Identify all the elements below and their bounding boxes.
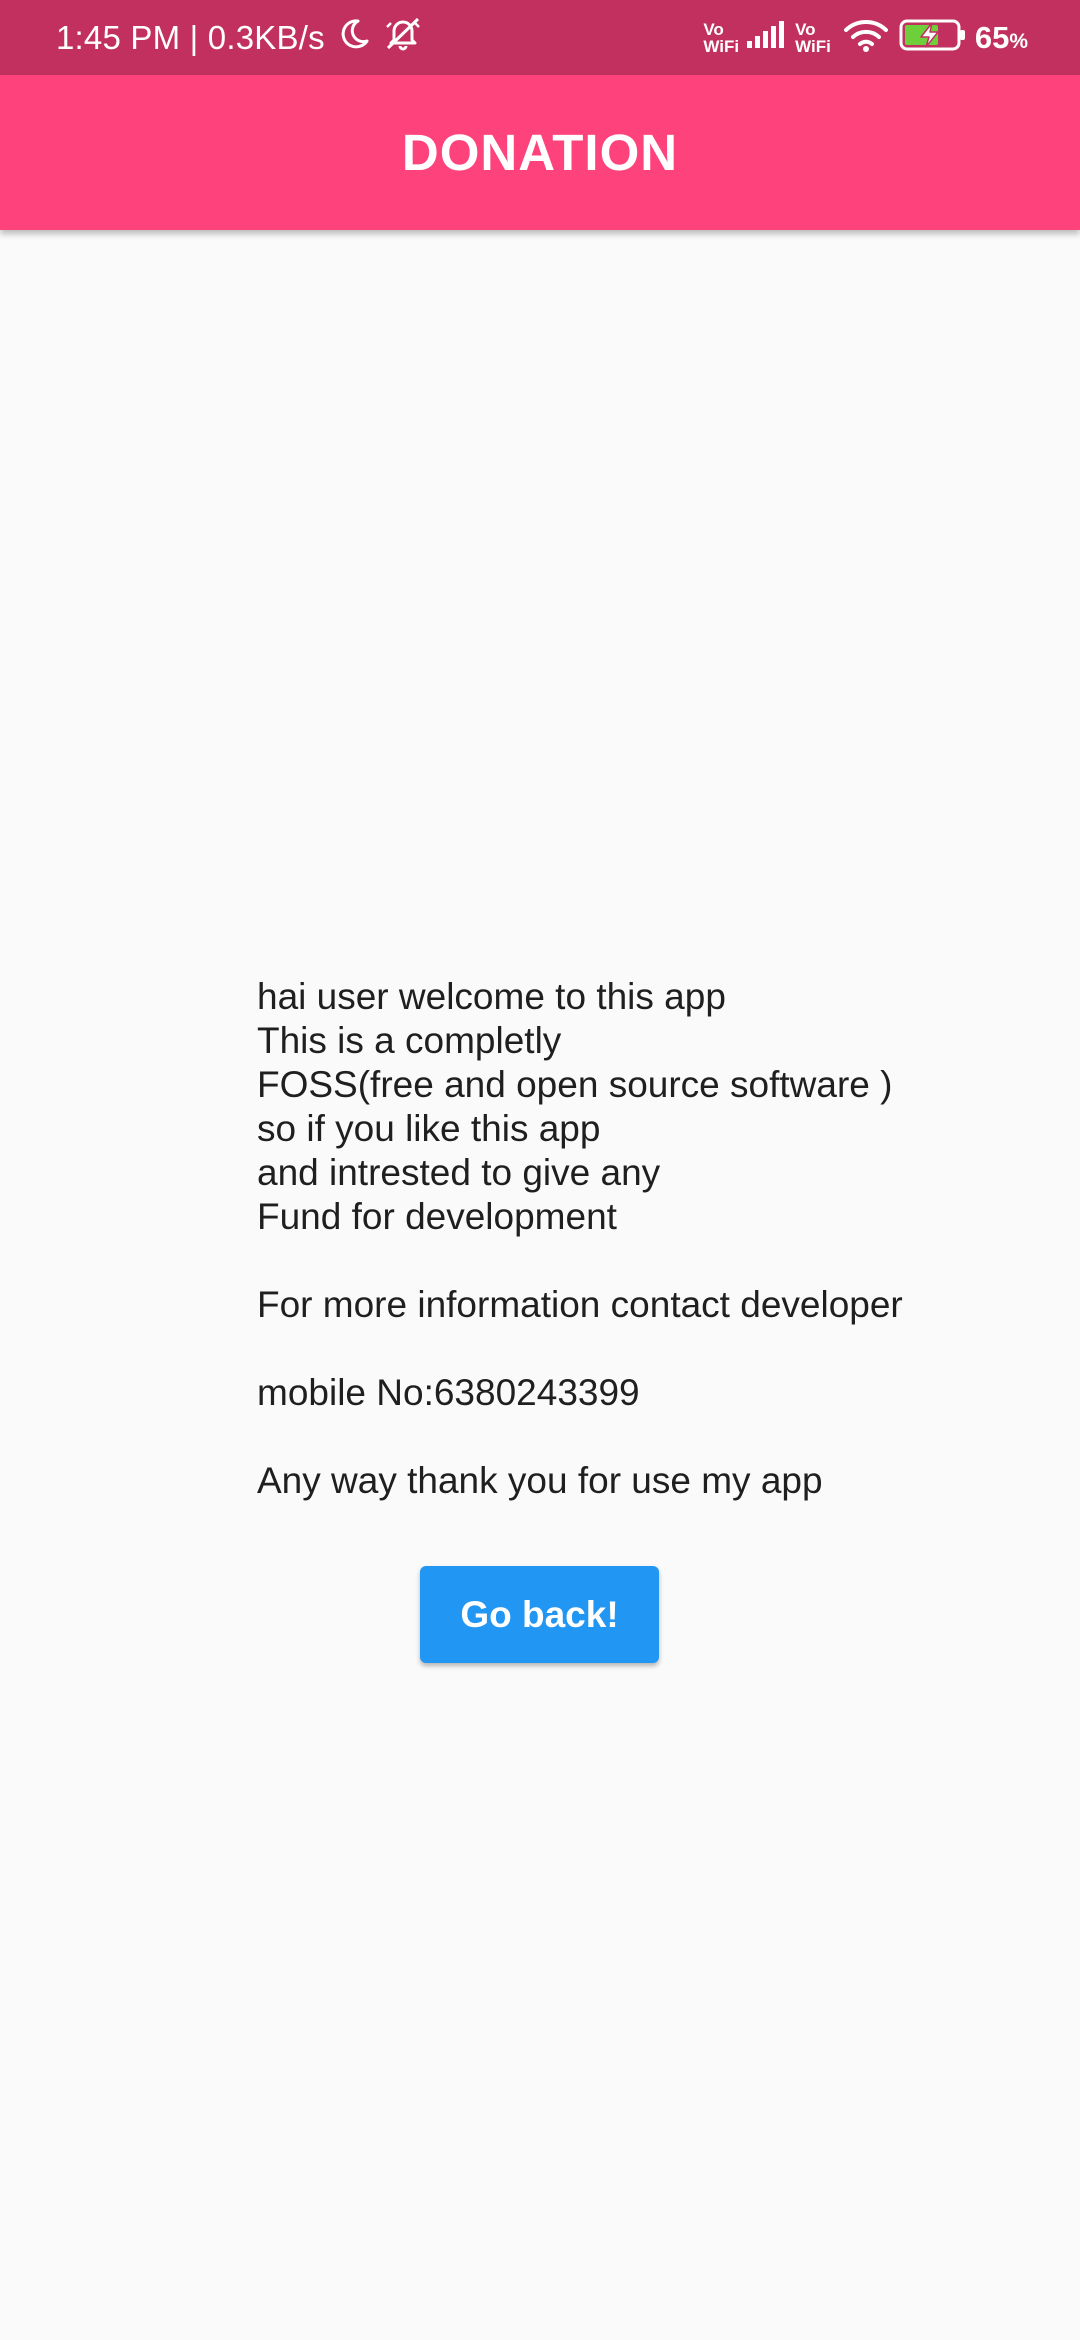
message-line: This is a completly bbox=[257, 1020, 562, 1061]
message-line: so if you like this app bbox=[257, 1108, 601, 1149]
signal-icon bbox=[745, 21, 785, 54]
message-line: For more information contact developer bbox=[257, 1284, 903, 1325]
message-line: Any way thank you for use my app bbox=[257, 1460, 823, 1501]
status-time-speed: 1:45 PM | 0.3KB/s bbox=[56, 18, 325, 56]
message-line: hai user welcome to this app bbox=[257, 976, 726, 1017]
go-back-button[interactable]: Go back! bbox=[420, 1566, 659, 1663]
vowifi-indicator: Vo WiFi bbox=[703, 21, 739, 55]
status-bar: 1:45 PM | 0.3KB/s Vo WiFi Vo WiFi 65% bbox=[0, 0, 1080, 75]
page-title: DONATION bbox=[401, 124, 679, 181]
bell-off-icon bbox=[383, 15, 423, 61]
message-line bbox=[257, 1239, 1017, 1283]
status-left: 1:45 PM | 0.3KB/s bbox=[56, 0, 423, 75]
vowifi-indicator-2: Vo WiFi bbox=[795, 21, 831, 55]
vowifi-top-text: Vo bbox=[795, 19, 816, 39]
message-line: and intrested to give any bbox=[257, 1152, 661, 1193]
status-right: Vo WiFi Vo WiFi 65% bbox=[703, 0, 1028, 75]
vowifi-bottom-text: WiFi bbox=[795, 36, 831, 56]
app-bar: DONATION bbox=[0, 75, 1080, 230]
vowifi-bottom-text: WiFi bbox=[703, 36, 740, 56]
battery-number: 65 bbox=[974, 19, 1010, 55]
message-line: FOSS(free and open source software ) bbox=[257, 1064, 893, 1105]
moon-icon bbox=[337, 17, 371, 59]
message-line bbox=[257, 1415, 1017, 1459]
donation-message: hai user welcome to this app This is a c… bbox=[257, 975, 1017, 1503]
message-line: mobile No:6380243399 bbox=[257, 1372, 640, 1413]
message-line: Fund for development bbox=[257, 1196, 617, 1237]
message-line bbox=[257, 1327, 1017, 1371]
battery-unit: % bbox=[1009, 29, 1028, 53]
battery-percentage: 65% bbox=[975, 20, 1028, 56]
vowifi-top-text: Vo bbox=[703, 19, 724, 39]
battery-charging-icon bbox=[899, 18, 967, 57]
wifi-icon bbox=[843, 18, 889, 57]
